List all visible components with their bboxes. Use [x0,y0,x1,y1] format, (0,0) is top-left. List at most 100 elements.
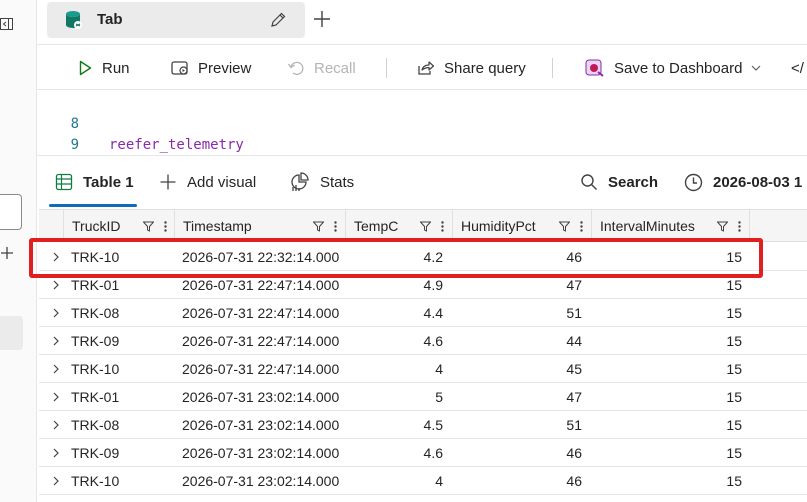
app-root: Tab Run Preview Recall Share query Save … [0,0,807,502]
recall-button[interactable]: Recall [287,45,356,91]
tempc-cell: 4.2 [423,249,443,265]
stats-button[interactable]: Stats [290,156,354,208]
column-header-timestamp[interactable]: Timestamp [174,210,345,242]
truckid-cell: TRK-10 [71,361,120,377]
more-vertical-icon[interactable] [441,220,444,232]
table-row[interactable]: TRK-10 2026-07-31 23:02:14.000 4 46 15 [39,467,807,495]
column-header-spacer [749,210,807,242]
tab-table-1[interactable]: Table 1 [55,156,134,208]
query-editor[interactable]: 8 reefer_telemetry 9 | take 100 10 [37,91,807,174]
search-button[interactable]: Search [580,156,658,208]
chevron-right-icon[interactable] [51,308,61,318]
truckid-cell: TRK-09 [71,445,120,461]
editor-line: 10 [37,135,88,174]
timestamp-cell: 2026-07-31 23:02:14.000 [182,417,340,433]
stats-icon [291,172,309,191]
chevron-right-icon[interactable] [51,448,61,458]
column-header-label: TempC [354,218,399,234]
editor-line: 9 | take 100 [37,114,194,174]
more-vertical-icon[interactable] [580,220,583,232]
filter-icon[interactable] [717,221,728,232]
tempc-cell: 4 [435,473,443,489]
query-toolbar: Run Preview Recall Share query Save to D… [37,44,807,90]
table-row[interactable]: TRK-08 2026-07-31 22:47:14.000 4.4 51 15 [39,299,807,327]
table-row[interactable]: TRK-09 2026-07-31 23:02:14.000 4.6 46 15 [39,439,807,467]
recall-icon [287,61,304,76]
column-header-tempc[interactable]: TempC [345,210,452,242]
code-menu-button[interactable]: </ [791,45,804,91]
tempc-cell: 4.9 [423,277,443,293]
tab-table-1-label: Table 1 [83,173,134,191]
new-tab-plus-icon[interactable] [313,10,331,28]
tab-bar: Tab [37,0,807,44]
tempc-cell: 4.6 [423,333,443,349]
filter-icon[interactable] [143,221,154,232]
chevron-right-icon[interactable] [51,280,61,290]
table-row[interactable]: TRK-01 2026-07-31 23:02:14.000 5 47 15 [39,383,807,411]
chevron-right-icon[interactable] [51,392,61,402]
save-to-dashboard-button[interactable]: Save to Dashboard [585,45,762,91]
tempc-cell: 4 [435,361,443,377]
intervalminutes-cell: 15 [726,305,742,321]
stats-label: Stats [320,173,355,191]
more-vertical-icon[interactable] [334,220,337,232]
chevron-right-icon[interactable] [51,420,61,430]
toolbar-divider [552,58,553,78]
dashboard-icon [585,59,604,77]
table-row[interactable]: TRK-10 2026-07-31 22:47:14.000 4 45 15 [39,355,807,383]
truckid-cell: TRK-01 [71,277,120,293]
tempc-cell: 5 [435,389,443,405]
intervalminutes-cell: 15 [726,249,742,265]
grid-header-row: TruckID Timestamp TempC HumidityPct Inte… [39,209,807,242]
column-header-label: IntervalMinutes [600,218,695,234]
column-header-truckid[interactable]: TruckID [63,210,175,242]
chevron-right-icon[interactable] [51,364,61,374]
share-query-button[interactable]: Share query [417,45,526,91]
column-header-humiditypct[interactable]: HumidityPct [452,210,591,242]
time-range-button[interactable]: 2026-08-03 1 [684,156,802,208]
chevron-right-icon[interactable] [51,252,61,262]
left-rail [0,0,37,502]
table-row[interactable]: TRK-09 2026-07-31 22:47:14.000 4.6 44 15 [39,327,807,355]
rail-search-box[interactable] [0,194,22,230]
timestamp-cell: 2026-07-31 22:47:14.000 [182,361,340,377]
collapse-pane-icon[interactable] [0,17,14,31]
database-icon [66,11,82,29]
search-label: Search [608,173,659,191]
table-row[interactable]: TRK-08 2026-07-31 23:02:14.000 4.5 51 15 [39,411,807,439]
column-header-intervalminutes[interactable]: IntervalMinutes [591,210,749,242]
plus-icon [160,174,176,190]
results-grid: TruckID Timestamp TempC HumidityPct Inte… [39,209,807,502]
tempc-cell: 4.4 [423,305,443,321]
add-icon[interactable] [0,246,14,260]
truckid-cell: TRK-10 [71,473,120,489]
truckid-cell: TRK-08 [71,305,120,321]
more-vertical-icon[interactable] [738,220,741,232]
intervalminutes-cell: 15 [726,389,742,405]
chevron-right-icon[interactable] [51,476,61,486]
search-icon [581,174,597,190]
table-row[interactable]: TRK-10 2026-07-31 22:32:14.000 4.2 46 15 [39,243,807,271]
column-header-label: TruckID [72,218,121,234]
filter-icon[interactable] [313,221,324,232]
rail-selected-item[interactable] [0,316,23,350]
intervalminutes-cell: 15 [726,417,742,433]
run-button[interactable]: Run [77,45,130,91]
table-row[interactable]: TRK-01 2026-07-31 22:47:14.000 4.9 47 15 [39,271,807,299]
recall-label: Recall [314,59,356,77]
chevron-right-icon[interactable] [51,336,61,346]
table-icon [55,173,73,191]
preview-button[interactable]: Preview [171,45,251,91]
editor-line: 8 reefer_telemetry [37,93,244,153]
timestamp-cell: 2026-07-31 23:02:14.000 [182,473,340,489]
more-vertical-icon[interactable] [164,220,167,232]
add-visual-button[interactable]: Add visual [159,156,256,208]
query-tab[interactable]: Tab [47,2,305,38]
tab-title: Tab [97,11,123,28]
filter-icon[interactable] [420,221,431,232]
edit-pencil-icon[interactable] [269,11,287,29]
humiditypct-cell: 51 [566,305,582,321]
expand-column-header [39,210,63,242]
filter-icon[interactable] [559,221,570,232]
humiditypct-cell: 47 [566,277,582,293]
